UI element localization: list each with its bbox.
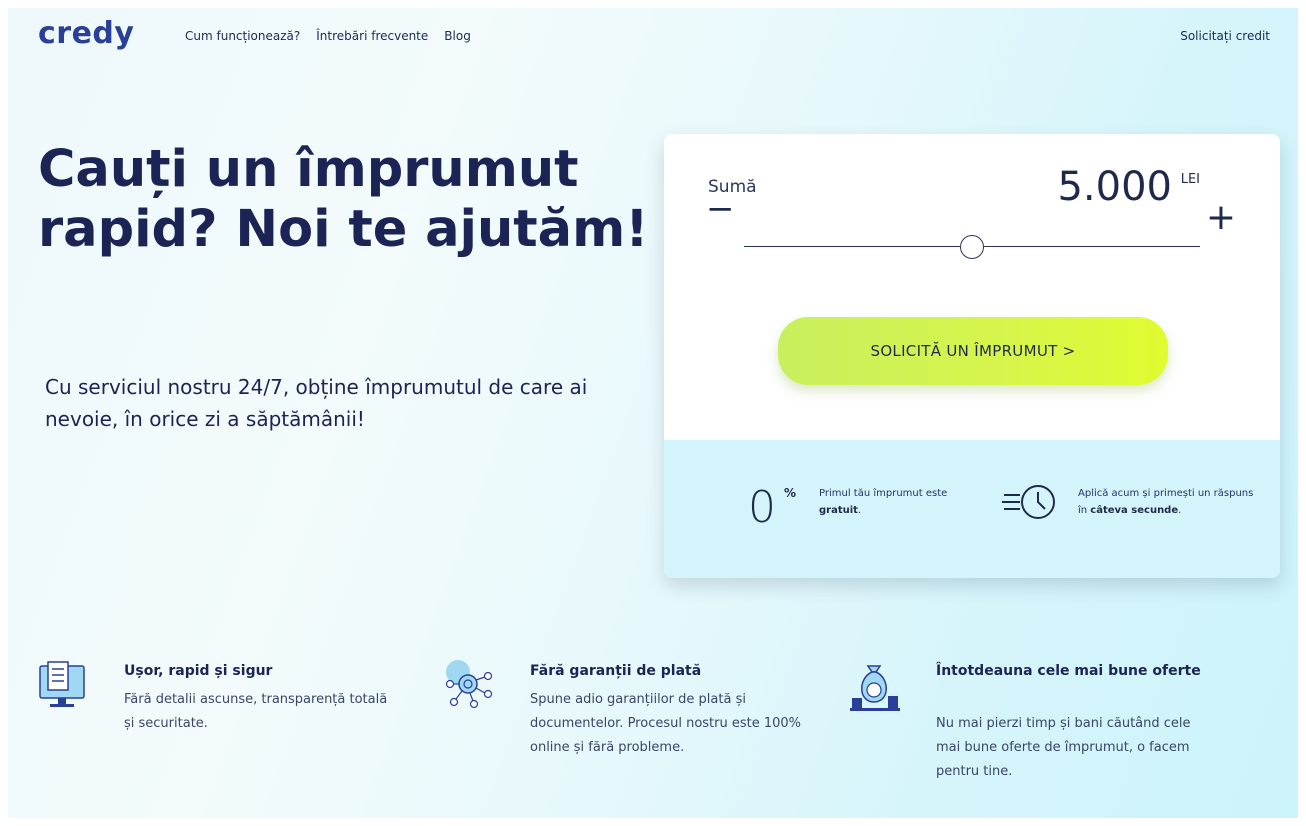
hero-subtitle: Cu serviciul nostru 24/7, obține împrumu… [45, 375, 588, 431]
calculator-top: Sumă 5.000 LEI − + SOLICITĂ UN ÎMPRUMUT … [664, 134, 1280, 440]
nav-faq[interactable]: Întrebări frecvente [316, 29, 428, 43]
money-bag-icon [850, 665, 900, 711]
fast-clock-icon [1002, 485, 1055, 519]
percent-symbol: % [784, 486, 797, 500]
document-monitor-icon [39, 661, 85, 707]
amount-currency: LEI [1180, 172, 1200, 187]
zero-percent-value: 0 [748, 482, 776, 533]
feature-description: Fără detalii ascunse, transparență total… [124, 692, 388, 731]
nav-how-it-works[interactable]: Cum funcționează? [185, 29, 300, 43]
decrease-amount-button[interactable]: − [706, 192, 735, 226]
nav-blog[interactable]: Blog [444, 29, 471, 43]
main-nav: Cum funcționează? Întrebări frecvente Bl… [185, 29, 471, 43]
hero-title: Cauți un împrumut rapid? Noi te ajutăm! [38, 140, 649, 259]
calculator-info-panel: 0 % Primul tău împrumut este gratuit. Ap… [664, 440, 1280, 578]
request-credit-link[interactable]: Solicitați credit [1180, 29, 1270, 43]
amount-slider-thumb[interactable] [960, 235, 984, 259]
amount-value: 5.000 [1057, 164, 1172, 210]
increase-amount-button[interactable]: + [1206, 200, 1236, 236]
feature-title: Întotdeauna cele mai bune oferte [936, 663, 1201, 679]
loan-calculator-card: Sumă 5.000 LEI − + SOLICITĂ UN ÎMPRUMUT … [664, 134, 1280, 578]
network-coin-icon [445, 660, 493, 709]
page: credy Cum funcționează? Întrebări frecve… [8, 8, 1298, 818]
apply-loan-button[interactable]: SOLICITĂ UN ÎMPRUMUT > [778, 317, 1168, 385]
feature-title: Ușor, rapid și sigur [124, 663, 273, 679]
feature-description: Nu mai pierzi timp și bani căutând cele … [936, 716, 1191, 779]
credy-logo[interactable]: credy [38, 16, 134, 51]
free-first-loan-text: Primul tău împrumut este gratuit. [819, 488, 948, 516]
quick-response-text: Aplică acum și primești un răspuns în câ… [1078, 488, 1254, 516]
feature-title: Fără garanții de plată [530, 663, 702, 679]
feature-description: Spune adio garanțiilor de plată și docum… [530, 692, 802, 755]
